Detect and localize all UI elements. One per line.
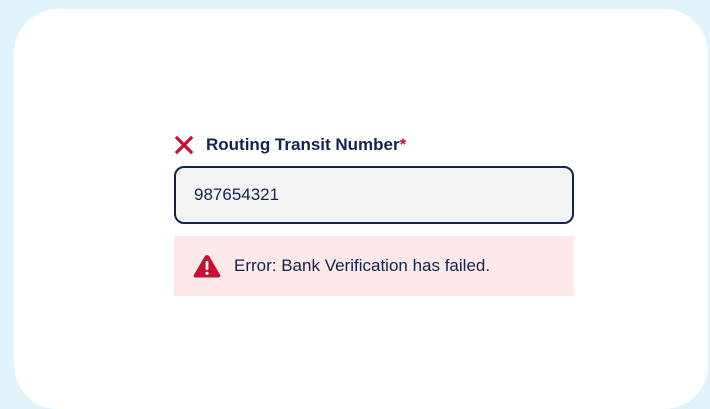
error-message: Error: Bank Verification has failed. <box>234 256 491 275</box>
form-card: Routing Transit Number* Error: Bank Veri… <box>14 9 708 409</box>
warning-triangle-icon <box>192 253 222 279</box>
field-label-row: Routing Transit Number* <box>174 133 574 157</box>
field-label: Routing Transit Number* <box>206 135 406 155</box>
routing-number-input[interactable] <box>174 166 574 224</box>
routing-number-field: Routing Transit Number* Error: Bank Veri… <box>174 133 574 296</box>
x-icon <box>174 135 194 155</box>
field-label-text: Routing Transit Number <box>206 135 400 154</box>
error-message-box: Error: Bank Verification has failed. <box>174 236 574 296</box>
required-marker: * <box>399 135 407 154</box>
